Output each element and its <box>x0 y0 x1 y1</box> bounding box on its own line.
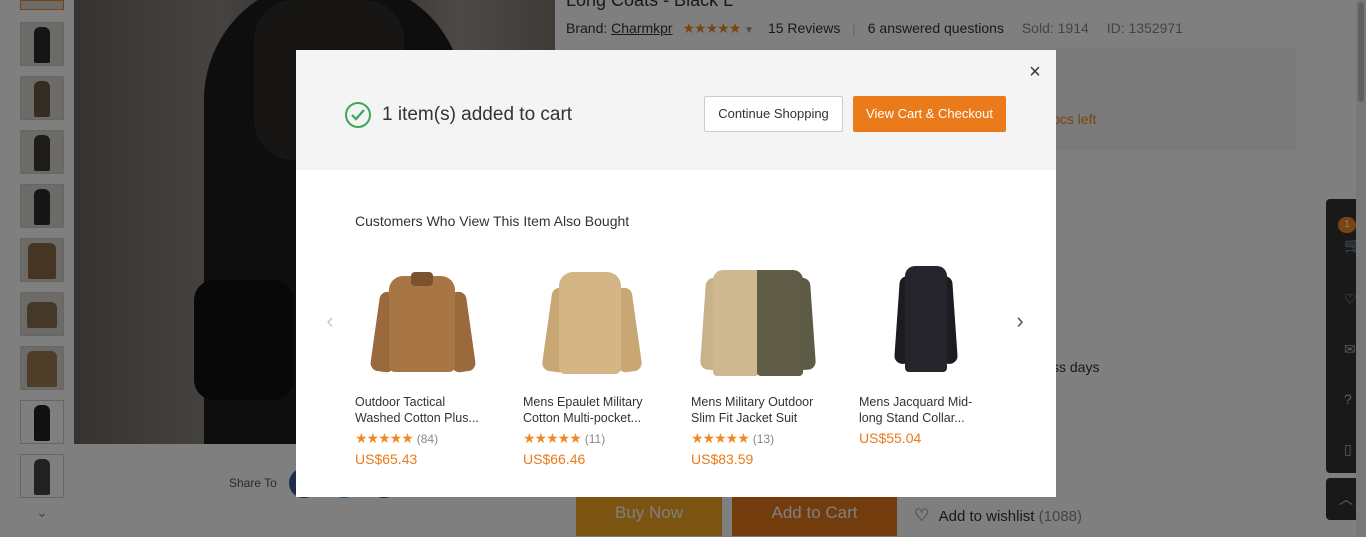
rating-stars: ★★★★★ <box>523 430 582 446</box>
product-name[interactable]: Outdoor Tactical Washed Cotton Plus... <box>355 394 487 426</box>
product-price: US$66.46 <box>523 451 586 467</box>
recommended-product[interactable]: Mens Jacquard Mid-long Stand Collar... U… <box>859 262 991 446</box>
product-price: US$83.59 <box>691 451 754 467</box>
view-cart-checkout-button[interactable]: View Cart & Checkout <box>853 96 1006 132</box>
recommended-product[interactable]: Outdoor Tactical Washed Cotton Plus... ★… <box>355 262 487 467</box>
recommended-product[interactable]: Mens Military Outdoor Slim Fit Jacket Su… <box>691 262 823 467</box>
product-rating: ★★★★★ (13) <box>691 430 823 447</box>
product-image[interactable] <box>859 262 991 382</box>
product-name[interactable]: Mens Military Outdoor Slim Fit Jacket Su… <box>691 394 823 426</box>
recommended-product[interactable]: Mens Epaulet Military Cotton Multi-pocke… <box>523 262 655 467</box>
continue-shopping-button[interactable]: Continue Shopping <box>704 96 843 132</box>
recommendations-title: Customers Who View This Item Also Bought <box>355 213 630 229</box>
product-rating: ★★★★★ (84) <box>355 430 487 447</box>
product-price: US$55.04 <box>859 430 922 446</box>
product-price: US$65.43 <box>355 451 418 467</box>
product-image[interactable] <box>523 262 655 382</box>
added-to-cart-message: 1 item(s) added to cart <box>382 104 573 125</box>
product-image[interactable] <box>355 262 487 382</box>
check-circle-icon <box>345 102 371 128</box>
product-name[interactable]: Mens Jacquard Mid-long Stand Collar... <box>859 394 991 426</box>
close-icon[interactable]: × <box>1024 61 1046 83</box>
product-name[interactable]: Mens Epaulet Military Cotton Multi-pocke… <box>523 394 655 426</box>
product-rating: ★★★★★ (11) <box>523 430 655 447</box>
carousel-prev-icon[interactable]: ‹ <box>322 310 338 332</box>
rating-stars: ★★★★★ <box>691 430 750 446</box>
carousel-next-icon[interactable]: › <box>1012 310 1028 332</box>
product-image[interactable] <box>691 262 823 382</box>
rating-stars: ★★★★★ <box>355 430 414 446</box>
review-count: (13) <box>752 432 775 446</box>
review-count: (84) <box>416 432 439 446</box>
added-to-cart-dialog: × 1 item(s) added to cart Continue Shopp… <box>296 50 1056 497</box>
review-count: (11) <box>584 432 606 446</box>
